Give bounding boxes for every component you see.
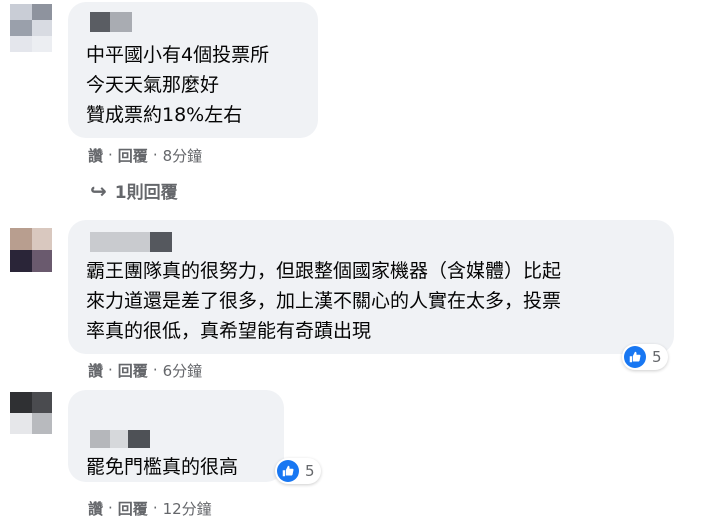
timestamp[interactable]: 6分鐘	[163, 360, 203, 381]
view-replies-link[interactable]: ↪ 1則回覆	[90, 178, 178, 204]
reply-action[interactable]: 回覆	[118, 498, 148, 519]
separator: ·	[108, 499, 113, 517]
reply-action[interactable]: 回覆	[118, 360, 148, 381]
comment-actions: 讚 · 回覆 · 8分鐘	[88, 144, 202, 166]
separator: ·	[152, 361, 158, 379]
commenter-name[interactable]	[90, 12, 132, 32]
comment-bubble: 霸王團隊真的很努力，但跟整個國家機器（含媒體）比起 來力道還是差了很多，加上漢不…	[68, 220, 674, 354]
commenter-name[interactable]	[90, 430, 150, 448]
comment-bubble: 中平國小有4個投票所 今天天氣那麼好 贊成票約18%左右	[68, 2, 318, 138]
comment-actions: 讚 · 回覆 · 12分鐘	[88, 497, 212, 519]
reaction-summary[interactable]: 5	[275, 458, 321, 484]
comment-bubble: 罷免門檻真的很高	[68, 390, 284, 482]
reply-action[interactable]: 回覆	[118, 145, 148, 166]
like-action[interactable]: 讚	[88, 360, 103, 381]
timestamp[interactable]: 12分鐘	[163, 498, 212, 519]
commenter-name[interactable]	[90, 232, 172, 252]
like-action[interactable]: 讚	[88, 498, 103, 519]
comment-text: 中平國小有4個投票所 今天天氣那麼好 贊成票約18%左右	[86, 44, 270, 126]
separator: ·	[108, 146, 113, 164]
like-action[interactable]: 讚	[88, 145, 103, 166]
comment-text: 罷免門檻真的很高	[86, 456, 239, 478]
comment-actions: 讚 · 回覆 · 6分鐘	[88, 359, 202, 381]
reaction-count: 5	[305, 462, 315, 480]
avatar[interactable]	[10, 228, 52, 272]
replies-count: 1則回覆	[114, 183, 178, 203]
avatar[interactable]	[10, 392, 52, 434]
comment-text: 霸王團隊真的很努力，但跟整個國家機器（含媒體）比起 來力道還是差了很多，加上漢不…	[86, 260, 562, 342]
like-thumb-icon	[624, 346, 646, 368]
reaction-summary[interactable]: 5	[622, 344, 668, 370]
separator: ·	[152, 146, 158, 164]
like-thumb-icon	[277, 460, 299, 482]
timestamp[interactable]: 8分鐘	[163, 145, 203, 166]
avatar[interactable]	[10, 4, 52, 52]
reaction-count: 5	[652, 348, 662, 366]
separator: ·	[108, 361, 113, 379]
reply-arrow-icon: ↪	[90, 178, 107, 203]
separator: ·	[152, 499, 158, 517]
